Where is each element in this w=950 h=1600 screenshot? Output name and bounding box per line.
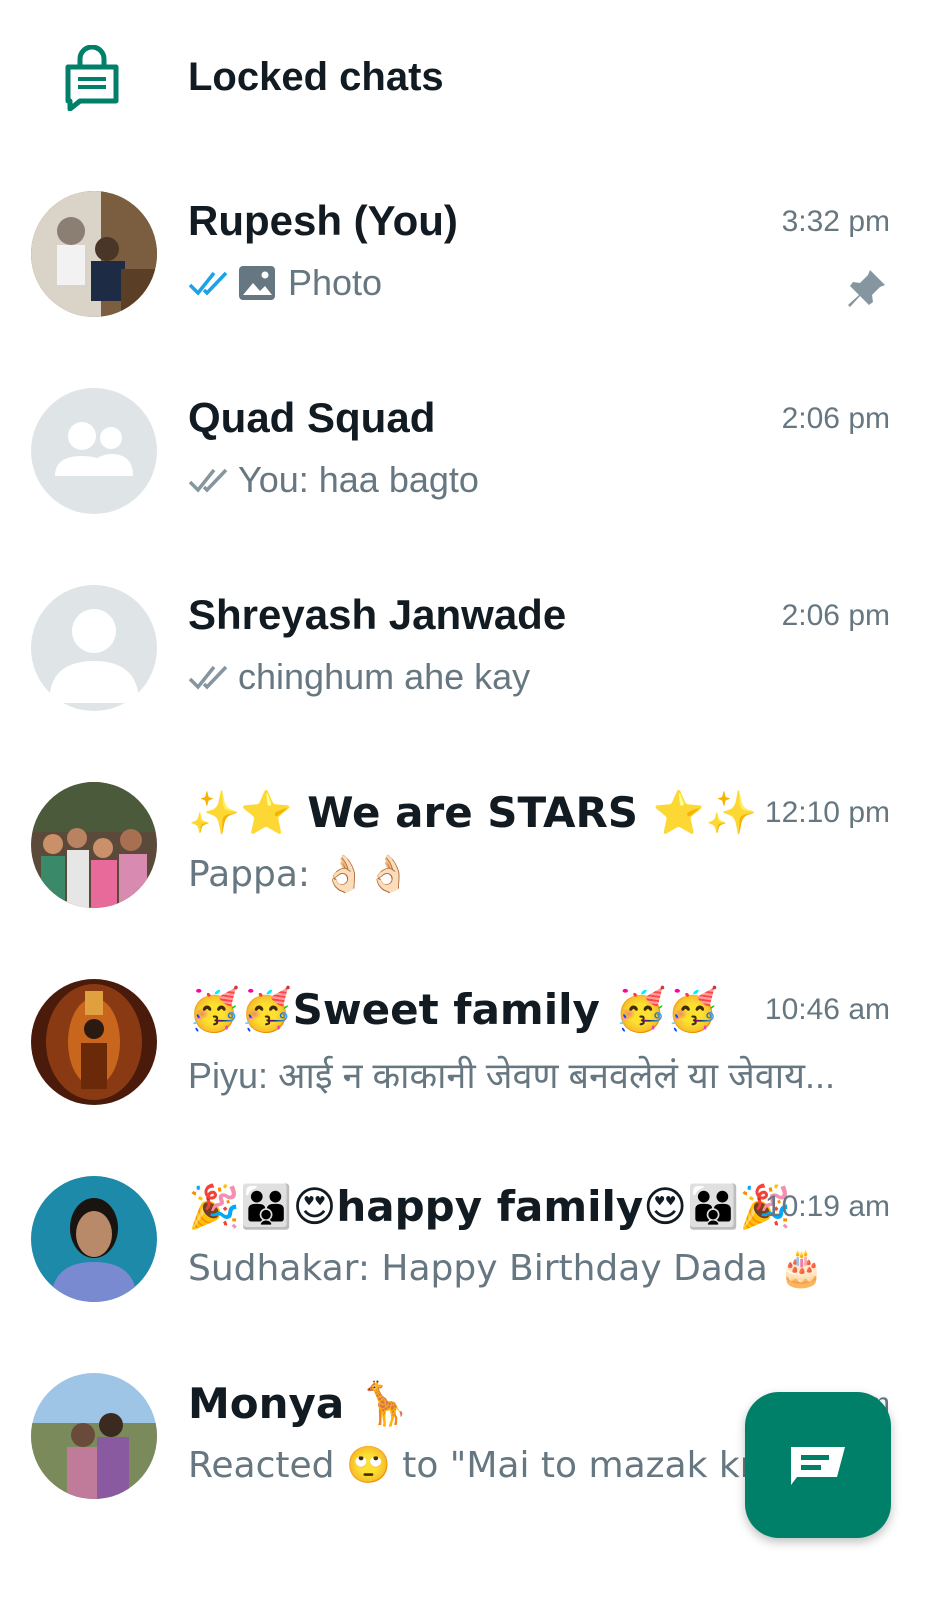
chat-name: Shreyash Janwade bbox=[188, 591, 567, 638]
chat-time: 10:19 am bbox=[764, 1190, 890, 1223]
chat-name: ✨⭐ We are STARS ⭐✨ bbox=[188, 788, 758, 837]
new-chat-icon bbox=[791, 1447, 845, 1485]
chat-preview: chinghum ahe kay bbox=[188, 656, 888, 698]
chat-row-happy-family[interactable]: 🎉👪😍happy family😍👪🎉 10:19 am Sudhakar: Ha… bbox=[0, 1150, 950, 1347]
chat-name: Quad Squad bbox=[188, 394, 436, 441]
locked-chats-label: Locked chats bbox=[188, 55, 444, 99]
photo-icon bbox=[239, 266, 275, 300]
chat-name: Rupesh (You) bbox=[188, 197, 458, 244]
avatar bbox=[31, 979, 157, 1105]
chats-screen: Locked chats Rupesh (You) 3:32 pm Photo … bbox=[0, 0, 950, 1600]
chat-preview-text: Piyu: आई न काकानी जेवण बनवलेलं या जेवाय.… bbox=[188, 1055, 836, 1096]
chat-preview-text: Pappa: 👌🏻👌🏻 bbox=[188, 854, 412, 895]
chat-preview: Pappa: 👌🏻👌🏻 bbox=[188, 853, 888, 895]
group-avatar bbox=[31, 388, 157, 514]
chat-time: 2:06 pm bbox=[781, 402, 890, 435]
chat-row-quad-squad[interactable]: Quad Squad 2:06 pm You: haa bagto bbox=[0, 362, 950, 559]
chat-time: 3:32 pm bbox=[781, 205, 890, 238]
double-tick-read-icon bbox=[188, 271, 228, 296]
chat-preview: Piyu: आई न काकानी जेवण बनवलेलं या जेवाय.… bbox=[188, 1050, 888, 1099]
avatar bbox=[31, 1373, 157, 1499]
chat-time: 10:46 am bbox=[764, 993, 890, 1026]
chat-preview: Photo bbox=[188, 262, 888, 304]
chat-row-sweet-family[interactable]: 🥳🥳Sweet family 🥳🥳 10:46 am Piyu: आई न का… bbox=[0, 953, 950, 1150]
chat-time: 2:06 pm bbox=[781, 599, 890, 632]
chat-time: 12:10 pm bbox=[764, 796, 890, 829]
new-chat-button[interactable] bbox=[745, 1392, 891, 1538]
double-tick-icon bbox=[188, 468, 228, 493]
locked-chat-icon bbox=[65, 45, 119, 111]
default-avatar bbox=[31, 585, 157, 711]
chat-row-shreyash[interactable]: Shreyash Janwade 2:06 pm chinghum ahe ka… bbox=[0, 559, 950, 756]
locked-chats-row[interactable]: Locked chats bbox=[0, 30, 950, 130]
chat-preview-text: Photo bbox=[288, 262, 383, 303]
chat-preview-text: You: haa bagto bbox=[238, 459, 479, 500]
avatar bbox=[31, 191, 157, 317]
avatar bbox=[31, 782, 157, 908]
pin-icon bbox=[848, 270, 885, 307]
chat-preview-text: Reacted 🙄 to "Mai to mazak kr F bbox=[188, 1445, 787, 1486]
chat-preview: You: haa bagto bbox=[188, 459, 888, 501]
chat-name: Monya 🦒 bbox=[188, 1379, 412, 1428]
chat-preview-text: chinghum ahe kay bbox=[238, 656, 531, 697]
double-tick-icon bbox=[188, 665, 228, 690]
chat-row-we-are-stars[interactable]: ✨⭐ We are STARS ⭐✨ 12:10 pm Pappa: 👌🏻👌🏻 bbox=[0, 756, 950, 953]
chat-name: 🎉👪😍happy family😍👪🎉 bbox=[188, 1182, 792, 1231]
chat-preview: Sudhakar: Happy Birthday Dada 🎂 bbox=[188, 1247, 888, 1289]
chat-list: Rupesh (You) 3:32 pm Photo Quad Squad 2:… bbox=[0, 165, 950, 1544]
chat-name: 🥳🥳Sweet family 🥳🥳 bbox=[188, 985, 720, 1034]
avatar bbox=[31, 1176, 157, 1302]
chat-preview-text: Sudhakar: Happy Birthday Dada 🎂 bbox=[188, 1248, 825, 1289]
chat-row-rupesh[interactable]: Rupesh (You) 3:32 pm Photo bbox=[0, 165, 950, 362]
